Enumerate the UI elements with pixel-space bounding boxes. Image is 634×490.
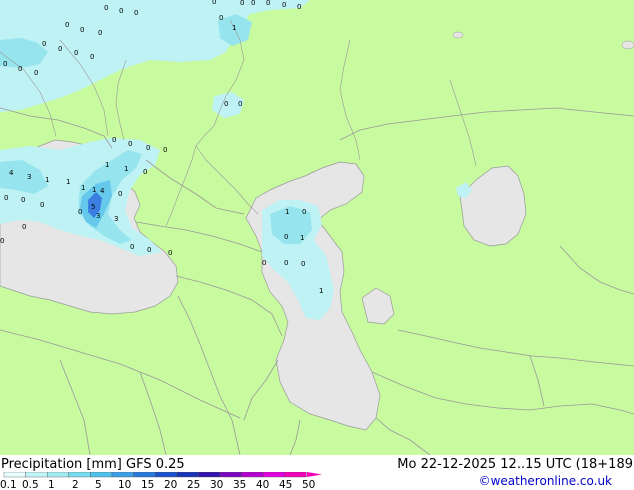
precip-value: 0 [21, 196, 25, 204]
lake [452, 31, 464, 39]
precip-value: 0 [302, 208, 306, 216]
precip-value: 0 [98, 29, 102, 37]
precip-value: 1 [92, 186, 96, 194]
precip-value: 0 [130, 243, 134, 251]
precip-value: 3 [114, 215, 118, 223]
legend-swatch [284, 472, 307, 478]
precip-value: 0 [42, 40, 46, 48]
legend-tick: 1 [48, 479, 55, 490]
legend-swatch [176, 472, 199, 478]
precip-value: 1 [105, 161, 109, 169]
legend-swatch [3, 472, 26, 478]
precip-value: 0 [90, 53, 94, 61]
legend-tick: 10 [118, 479, 131, 490]
precip-value: 1 [300, 234, 304, 242]
lake [621, 40, 634, 50]
precip-value: 4 [9, 169, 14, 177]
precip-value: 0 [4, 194, 8, 202]
legend-swatch [198, 472, 221, 478]
legend-swatch [90, 472, 113, 478]
legend-tick: 50 [302, 479, 315, 490]
legend-tick: 20 [164, 479, 177, 490]
legend-swatch [111, 472, 134, 478]
legend-swatches [3, 472, 307, 478]
precipitation-legend: 0.1 0.5 1 2 5 10 15 20 25 30 35 40 45 50 [0, 472, 322, 490]
precip-value: 0 [34, 69, 38, 77]
precipitation-map: 0 0 0 0 0 0 0 0 0 1 0 0 0 0 0 0 0 0 0 0 … [0, 0, 634, 455]
precip-value: 0 [251, 0, 255, 7]
legend-swatch [25, 472, 48, 478]
legend-tick: 0.1 [0, 479, 17, 490]
legend-arrow [307, 472, 322, 477]
precip-value: 0 [282, 1, 286, 9]
precip-value: 0 [22, 223, 26, 231]
precip-value: 0 [40, 201, 44, 209]
precip-value: 0 [65, 21, 69, 29]
precip-value: 3 [27, 173, 31, 181]
precip-value: 0 [80, 26, 84, 34]
precip-value: 1 [124, 165, 128, 173]
precip-value: 1 [232, 24, 236, 32]
precip-value: 0 [112, 136, 116, 144]
precip-value: 0 [58, 45, 62, 53]
precip-value: 0 [284, 259, 288, 267]
legend-tick: 45 [279, 479, 292, 490]
precip-value: 0 [119, 7, 123, 15]
precip-value: 0 [266, 0, 270, 7]
precip-value: 0 [0, 237, 4, 245]
legend-swatch [219, 472, 242, 478]
precip-value: 0 [297, 3, 301, 11]
map-footer: Precipitation [mm] GFS 0.25 Mo 22-12-202… [0, 455, 634, 490]
precip-value: 0 [104, 4, 108, 12]
legend-swatch [133, 472, 156, 478]
legend-swatch [68, 472, 91, 478]
precip-value: 4 [100, 187, 105, 195]
precip-value: 1 [81, 184, 85, 192]
precip-value: 1 [319, 287, 323, 295]
precip-value: 1 [45, 176, 49, 184]
legend-tick: 35 [233, 479, 246, 490]
legend-tick: 30 [210, 479, 223, 490]
precip-value: 0 [224, 100, 228, 108]
legend-tick: 40 [256, 479, 269, 490]
legend-tick: 15 [141, 479, 154, 490]
map-title: Precipitation [mm] GFS 0.25 [1, 457, 185, 472]
precip-value: 3 [96, 212, 100, 220]
precip-value: 0 [163, 146, 167, 154]
legend-tick: 5 [95, 479, 102, 490]
precip-value: 0 [147, 246, 151, 254]
precip-value: 0 [238, 100, 242, 108]
precip-value: 1 [66, 178, 70, 186]
legend-tick: 0.5 [22, 479, 39, 490]
precip-value: 5 [91, 203, 95, 211]
forecast-datetime: Mo 22-12-2025 12..15 UTC (18+189 [397, 457, 633, 472]
legend-swatch [263, 472, 286, 478]
precip-value: 0 [78, 208, 82, 216]
precip-value: 0 [284, 233, 288, 241]
precip-value: 0 [262, 259, 266, 267]
legend-swatch [154, 472, 177, 478]
precip-value: 0 [301, 260, 305, 268]
precip-value: 0 [118, 190, 122, 198]
precip-value: 0 [168, 249, 172, 257]
precip-value: 0 [146, 144, 150, 152]
legend-tick: 2 [72, 479, 79, 490]
precip-value: 0 [128, 140, 132, 148]
precip-value: 0 [18, 65, 22, 73]
precip-value: 0 [212, 0, 216, 6]
precip-value: 0 [240, 0, 244, 7]
legend-tick: 25 [187, 479, 200, 490]
legend-swatch [47, 472, 70, 478]
precip-value: 1 [285, 208, 289, 216]
credit-link[interactable]: ©weatheronline.co.uk [479, 474, 612, 488]
precip-value: 0 [219, 14, 223, 22]
precip-value: 0 [74, 49, 78, 57]
precip-value: 0 [143, 168, 147, 176]
precip-value: 0 [3, 60, 7, 68]
precip-value: 0 [134, 9, 138, 17]
legend-swatch [241, 472, 264, 478]
